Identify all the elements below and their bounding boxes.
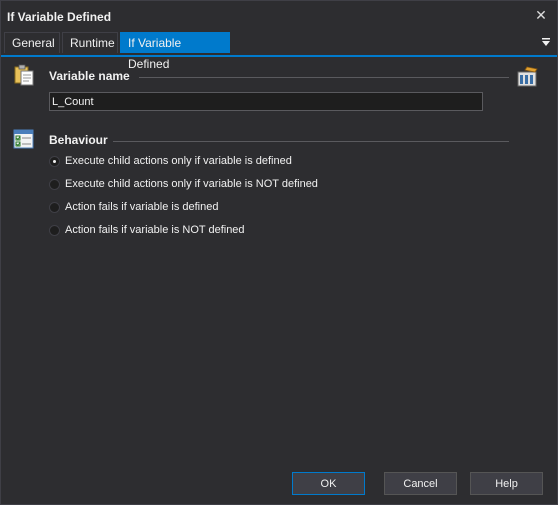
clipboard-icon — [14, 64, 34, 86]
help-button[interactable]: Help — [470, 472, 543, 495]
radio-option-fail-not-defined[interactable]: Action fails if variable is NOT defined — [49, 222, 245, 238]
window-title: If Variable Defined — [7, 10, 112, 24]
radio-label: Execute child actions only if variable i… — [65, 178, 318, 190]
tab-general[interactable]: General — [4, 32, 60, 53]
cancel-button[interactable]: Cancel — [384, 472, 457, 495]
variable-name-input[interactable] — [49, 92, 483, 111]
variable-picker-icon[interactable] — [517, 66, 539, 88]
behaviour-label: Behaviour — [49, 133, 108, 147]
radio-label: Execute child actions only if variable i… — [65, 155, 292, 167]
tab-bar: General Runtime If Variable Defined — [1, 31, 557, 71]
radio-button[interactable] — [49, 224, 60, 236]
tab-runtime[interactable]: Runtime — [62, 32, 118, 53]
close-icon[interactable]: ✕ — [531, 5, 551, 25]
radio-option-fail-defined[interactable]: Action fails if variable is defined — [49, 199, 218, 215]
radio-option-defined[interactable]: Execute child actions only if variable i… — [49, 153, 292, 169]
tab-if-variable-defined[interactable]: If Variable Defined — [120, 32, 230, 71]
dialog-window: If Variable Defined ✕ General Runtime If… — [0, 0, 558, 505]
radio-button[interactable] — [49, 201, 60, 213]
radio-button[interactable] — [49, 178, 60, 190]
radio-label: Action fails if variable is NOT defined — [65, 224, 245, 236]
title-bar: If Variable Defined ✕ — [1, 1, 557, 31]
ok-button[interactable]: OK — [292, 472, 365, 495]
behaviour-section-divider — [113, 141, 509, 142]
tab-menu-icon[interactable] — [541, 37, 551, 47]
radio-button[interactable] — [49, 155, 60, 167]
radio-option-not-defined[interactable]: Execute child actions only if variable i… — [49, 176, 318, 192]
variable-section-divider — [139, 77, 509, 78]
variable-name-label: Variable name — [49, 69, 130, 83]
options-list-icon — [13, 129, 34, 149]
radio-label: Action fails if variable is defined — [65, 201, 219, 213]
